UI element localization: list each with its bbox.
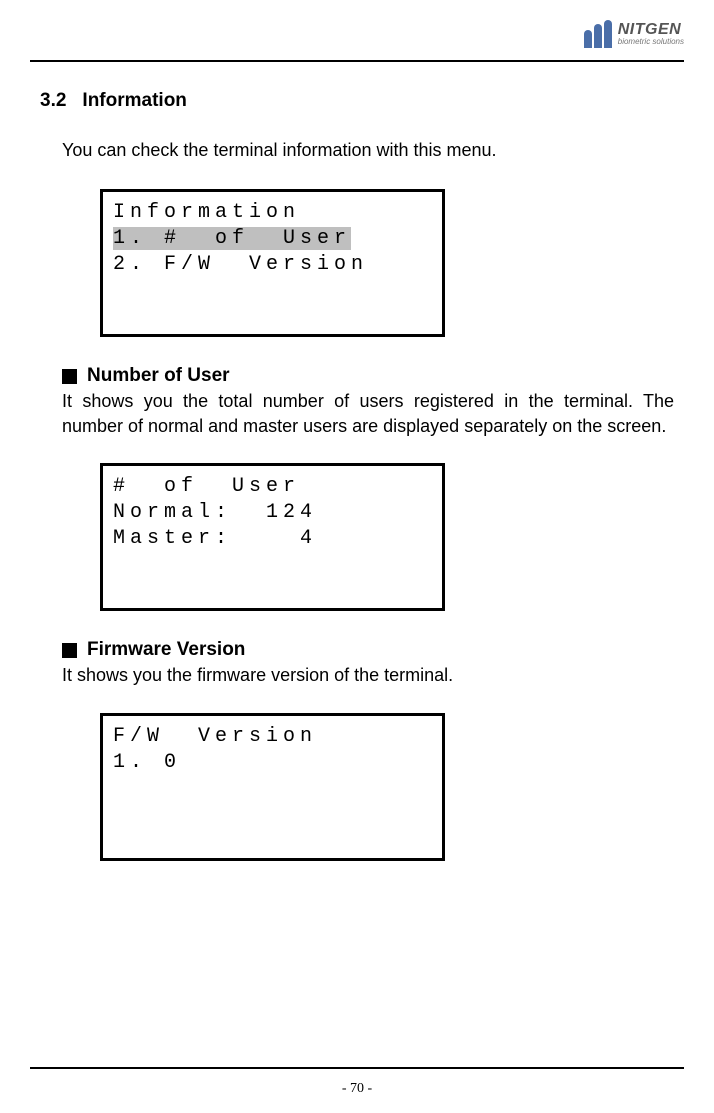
subsection-description: It shows you the total number of users r… xyxy=(62,389,674,439)
section-number: 3.2 xyxy=(40,90,66,112)
subsection-heading: Firmware Version xyxy=(62,639,674,661)
subsection-description: It shows you the firmware version of the… xyxy=(62,663,674,688)
bullet-square-icon xyxy=(62,643,77,658)
logo-name: NITGEN xyxy=(618,22,684,38)
logo-bars-icon xyxy=(584,20,612,48)
lcd-line-highlighted: 1. # of User xyxy=(113,226,432,252)
subsection-title: Number of User xyxy=(87,365,230,387)
lcd-screen-user-count: # of User Normal: 124 Master: 4 xyxy=(100,463,445,611)
intro-text: You can check the terminal information w… xyxy=(62,140,674,161)
lcd-line: 2. F/W Version xyxy=(113,252,432,278)
subsection-title: Firmware Version xyxy=(87,639,245,661)
lcd-screen-firmware: F/W Version 1. 0 xyxy=(100,713,445,861)
page-number: - 70 - xyxy=(0,1081,714,1113)
lcd-line: # of User xyxy=(113,474,432,500)
page-content: 3.2 Information You can check the termin… xyxy=(0,62,714,861)
bullet-square-icon xyxy=(62,369,77,384)
lcd-line: 1. 0 xyxy=(113,750,432,776)
lcd-screen-information: Information 1. # of User 2. F/W Version xyxy=(100,189,445,337)
lcd-line: Master: 4 xyxy=(113,526,432,552)
lcd-line: F/W Version xyxy=(113,724,432,750)
page-footer: - 70 - xyxy=(0,1067,714,1113)
subsection-heading: Number of User xyxy=(62,365,674,387)
footer-divider xyxy=(30,1067,684,1069)
section-heading: 3.2 Information xyxy=(40,90,674,112)
lcd-line: Normal: 124 xyxy=(113,500,432,526)
lcd-line: Information xyxy=(113,200,432,226)
section-title: Information xyxy=(82,90,187,112)
logo-text: NITGEN biometric solutions xyxy=(618,22,684,46)
page-header: NITGEN biometric solutions xyxy=(0,0,714,60)
logo: NITGEN biometric solutions xyxy=(584,20,684,48)
logo-tagline: biometric solutions xyxy=(618,38,684,46)
